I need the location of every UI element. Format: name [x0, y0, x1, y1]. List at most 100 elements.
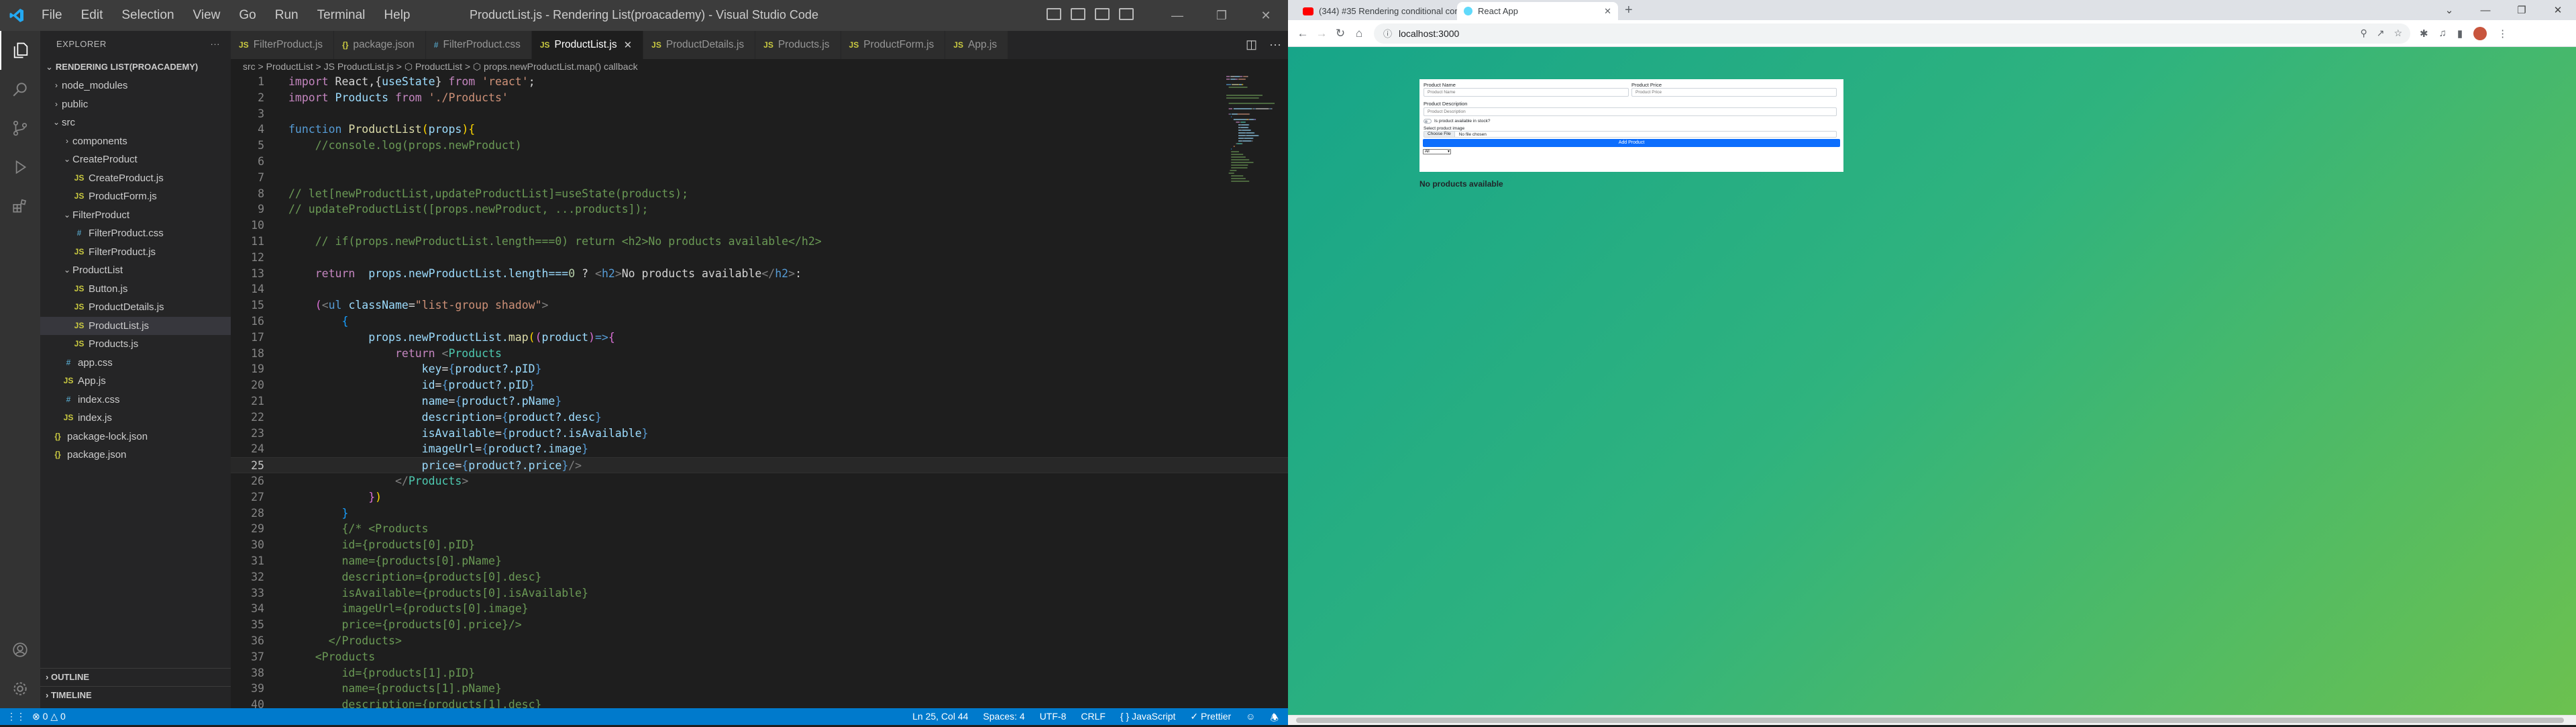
tree-folder[interactable]: ⌄ FilterProduct: [40, 206, 231, 225]
back-arrow-icon[interactable]: ←: [1293, 27, 1312, 40]
explorer-icon[interactable]: [0, 31, 40, 70]
menu-item-file[interactable]: File: [34, 5, 70, 26]
code-editor[interactable]: 1 import React,{useState} from 'react'; 2 i…: [231, 74, 1288, 711]
toggle-primary-sidebar-icon[interactable]: [1046, 8, 1061, 20]
code-line[interactable]: 4 function ProductList(props){: [231, 122, 1288, 138]
editor-tab[interactable]: JS Products.js: [755, 31, 841, 59]
menu-item-help[interactable]: Help: [376, 5, 418, 26]
code-line[interactable]: 1 import React,{useState} from 'react';: [231, 74, 1288, 90]
tree-file[interactable]: {} package-lock.json: [40, 428, 231, 446]
prettier-status[interactable]: ✓ Prettier: [1190, 711, 1231, 727]
chrome-menu-icon[interactable]: ⋮: [2498, 28, 2508, 40]
reload-icon[interactable]: ↻: [1331, 27, 1350, 40]
code-line[interactable]: 29 {/* <Products: [231, 521, 1288, 537]
tree-file[interactable]: JS ProductDetails.js: [40, 298, 231, 317]
tree-folder[interactable]: › public: [40, 95, 231, 114]
code-line[interactable]: 34 imageUrl={products[0].image}: [231, 601, 1288, 617]
editor-tab[interactable]: JS App.js: [945, 31, 1009, 59]
browser-tab-youtube[interactable]: (344) #35 Rendering conditional content …: [1296, 2, 1457, 20]
code-line[interactable]: 24 imageUrl={product?.image}: [231, 441, 1288, 457]
forward-arrow-icon[interactable]: →: [1312, 27, 1331, 40]
add-product-button[interactable]: Add Product: [1423, 139, 1840, 147]
code-line[interactable]: 16 {: [231, 313, 1288, 330]
code-line[interactable]: 39 name={products[1].pName}: [231, 681, 1288, 697]
tab-close-icon[interactable]: ✕: [1604, 6, 1611, 17]
address-bar[interactable]: ⓘ localhost:3000 ⚲ ↗ ☆: [1374, 23, 2410, 44]
code-line[interactable]: 20 id={product?.pID}: [231, 377, 1288, 393]
code-line[interactable]: 13 return props.newProductList.length===…: [231, 266, 1288, 282]
profile-avatar[interactable]: [2473, 26, 2487, 40]
code-line[interactable]: 3: [231, 106, 1288, 122]
code-line[interactable]: 5 //console.log(props.newProduct): [231, 138, 1288, 154]
share-icon[interactable]: ↗: [2377, 28, 2385, 39]
notifications-bell-icon[interactable]: 🕭: [1270, 711, 1279, 727]
minimize-icon[interactable]: —: [1155, 0, 1199, 31]
tree-file[interactable]: # FilterProduct.css: [40, 224, 231, 243]
code-line[interactable]: 12: [231, 250, 1288, 266]
tree-file[interactable]: # index.css: [40, 391, 231, 409]
extensions-icon[interactable]: [0, 187, 40, 226]
code-line[interactable]: 21 name={product?.pName}: [231, 393, 1288, 409]
project-folder-header[interactable]: ⌄ RENDERING LIST(PROACADEMY): [40, 58, 231, 77]
code-line[interactable]: 18 return <Products: [231, 346, 1288, 362]
toggle-panel-icon[interactable]: [1071, 8, 1085, 20]
extensions-puzzle-icon[interactable]: ✱: [2420, 28, 2428, 40]
editor-tab[interactable]: JS ProductList.js ✕: [531, 31, 644, 59]
side-panel-icon[interactable]: ▮: [2457, 28, 2463, 40]
tree-file[interactable]: # app.css: [40, 354, 231, 373]
code-line[interactable]: 10: [231, 217, 1288, 234]
code-line[interactable]: 38 id={products[1].pID}: [231, 665, 1288, 681]
timeline-section[interactable]: › TIMELINE: [40, 686, 231, 704]
editor-tab[interactable]: JS FilterProduct.js: [231, 31, 335, 59]
menu-item-selection[interactable]: Selection: [113, 5, 182, 26]
account-icon[interactable]: [0, 630, 40, 669]
restore-icon[interactable]: ❐: [1199, 0, 1244, 31]
menu-item-edit[interactable]: Edit: [73, 5, 111, 26]
code-line[interactable]: 30 id={products[0].pID}: [231, 537, 1288, 553]
search-icon[interactable]: [0, 70, 40, 109]
run-debug-icon[interactable]: [0, 148, 40, 187]
line-ending[interactable]: CRLF: [1081, 711, 1106, 727]
menu-item-terminal[interactable]: Terminal: [309, 5, 374, 26]
code-line[interactable]: 32 description={products[0].desc}: [231, 569, 1288, 585]
code-line[interactable]: 27 }): [231, 489, 1288, 505]
tree-file[interactable]: {} package.json: [40, 446, 231, 465]
media-control-icon[interactable]: ♫: [2439, 28, 2447, 39]
tree-folder[interactable]: › node_modules: [40, 77, 231, 95]
product-name-input[interactable]: [1424, 88, 1629, 97]
editor-tab[interactable]: # FilterProduct.css: [425, 31, 532, 59]
outline-section[interactable]: › OUTLINE: [40, 668, 231, 685]
toggle-secondary-sidebar-icon[interactable]: [1095, 8, 1110, 20]
tree-folder[interactable]: ⌄ CreateProduct: [40, 150, 231, 169]
minimize-icon[interactable]: —: [2467, 0, 2504, 20]
tree-file[interactable]: JS FilterProduct.js: [40, 243, 231, 262]
home-icon[interactable]: ⌂: [1350, 27, 1368, 40]
tab-search-chevron-icon[interactable]: ⌄: [2431, 0, 2467, 20]
code-line[interactable]: 6: [231, 154, 1288, 170]
bookmark-star-icon[interactable]: ☆: [2394, 28, 2402, 39]
menu-item-go[interactable]: Go: [231, 5, 264, 26]
code-line[interactable]: 8 // let[newProductList,updateProductList…: [231, 186, 1288, 202]
tab-close-icon[interactable]: ✕: [624, 39, 633, 51]
code-line[interactable]: 26 </Products>: [231, 473, 1288, 489]
code-line[interactable]: 23 isAvailable={product?.isAvailable}: [231, 426, 1288, 442]
cursor-position[interactable]: Ln 25, Col 44: [912, 711, 968, 727]
code-line[interactable]: 2 import Products from './Products': [231, 90, 1288, 106]
close-icon[interactable]: ✕: [2540, 0, 2576, 20]
problems-indicator[interactable]: ⊗ 0 △ 0: [32, 711, 66, 722]
source-control-icon[interactable]: [0, 109, 40, 148]
file-input[interactable]: Choose File No file chosen: [1424, 131, 1837, 138]
choose-file-button[interactable]: Choose File: [1424, 132, 1455, 137]
code-line[interactable]: 17 props.newProductList.map((product)=>{: [231, 330, 1288, 346]
code-line[interactable]: 33 isAvailable={products[0].isAvailable}: [231, 585, 1288, 601]
encoding[interactable]: UTF-8: [1040, 711, 1067, 727]
more-actions-icon[interactable]: ···: [211, 31, 221, 58]
tree-file[interactable]: JS Products.js: [40, 335, 231, 354]
split-editor-icon[interactable]: ◫: [1246, 38, 1257, 52]
horizontal-scrollbar[interactable]: [1288, 715, 2576, 725]
tree-file[interactable]: JS index.js: [40, 409, 231, 428]
browser-tab-react-app[interactable]: React App ✕: [1457, 2, 1618, 20]
tree-file[interactable]: JS CreateProduct.js: [40, 169, 231, 188]
tree-file[interactable]: JS ProductList.js: [40, 316, 231, 335]
code-line[interactable]: 11 // if(props.newProductList.length===0…: [231, 234, 1288, 250]
